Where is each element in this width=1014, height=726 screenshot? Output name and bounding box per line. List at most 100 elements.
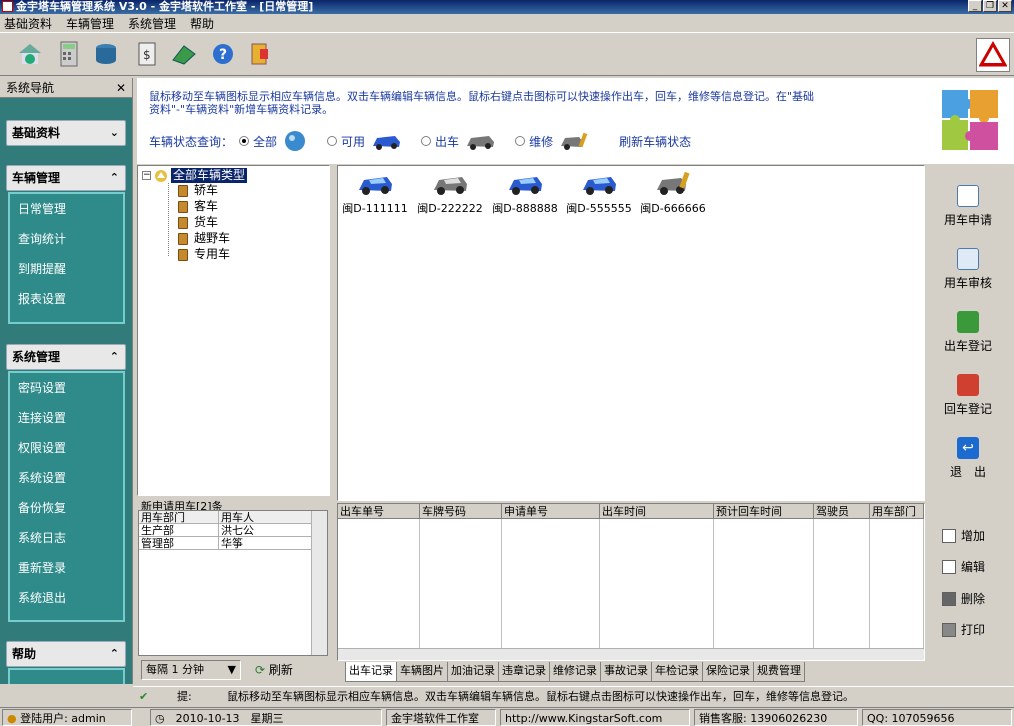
car-blue-icon xyxy=(373,136,401,150)
checkout-button[interactable]: 出车登记 xyxy=(928,311,1008,354)
vehicle-item[interactable]: 闽D-666666 xyxy=(638,172,708,216)
chevron-up-icon[interactable]: ⌃ xyxy=(110,345,119,369)
column-header[interactable]: 车牌号码 xyxy=(420,504,502,519)
sidebar-item-password[interactable]: 密码设置 xyxy=(10,373,123,403)
column-header[interactable]: 用车人 xyxy=(219,511,313,524)
car-repair-icon xyxy=(561,132,588,150)
exit-button[interactable]: ↩ 退 出 xyxy=(928,437,1008,480)
vertical-scrollbar[interactable] xyxy=(311,511,327,655)
database-icon[interactable] xyxy=(92,40,120,68)
minimize-button[interactable]: _ xyxy=(968,0,982,12)
tab-insurance[interactable]: 保险记录 xyxy=(702,662,754,682)
column-header[interactable]: 用车部门 xyxy=(139,511,219,524)
column-header[interactable]: 出车时间 xyxy=(600,504,714,519)
tab-violation[interactable]: 违章记录 xyxy=(498,662,550,682)
tree-node-suv[interactable]: 越野车 xyxy=(178,231,230,246)
tree-node-label[interactable]: 越野车 xyxy=(194,231,230,246)
sidebar-item-log[interactable]: 系统日志 xyxy=(10,523,123,553)
interval-select[interactable]: 每隔 1 分钟 ▼ xyxy=(141,660,241,680)
radio-available[interactable] xyxy=(327,136,338,146)
print-button[interactable]: 打印 xyxy=(942,621,985,638)
menu-system[interactable]: 系统管理 xyxy=(128,15,176,32)
menu-vehicle[interactable]: 车辆管理 xyxy=(66,15,114,32)
radio-out-label[interactable]: 出车 xyxy=(435,133,459,150)
sidebar-item-daily[interactable]: 日常管理 xyxy=(10,194,123,224)
column-header[interactable]: 预计回车时间 xyxy=(714,504,814,519)
column-header[interactable]: 申请单号 xyxy=(502,504,600,519)
radio-available-label[interactable]: 可用 xyxy=(341,133,365,150)
tree-node-label[interactable]: 轿车 xyxy=(194,183,218,198)
apply-button[interactable]: 用车申请 xyxy=(928,185,1008,228)
close-window-button[interactable]: ✕ xyxy=(998,0,1012,12)
sidebar-item-backup[interactable]: 备份恢复 xyxy=(10,493,123,523)
table-row[interactable]: 管理部 华筝 xyxy=(139,537,327,550)
vehicle-item[interactable]: 闽D-222222 xyxy=(415,172,485,216)
column-header[interactable]: 驾驶员 xyxy=(814,504,870,519)
tab-accident[interactable]: 事故记录 xyxy=(600,662,652,682)
section-basic[interactable]: 基础资料 ⌄ xyxy=(6,120,126,146)
document-icon[interactable]: $ xyxy=(133,40,161,68)
menu-help[interactable]: 帮助 xyxy=(190,15,214,32)
tree-node-bus[interactable]: 客车 xyxy=(178,199,218,214)
sidebar-item-exit[interactable]: 系统退出 xyxy=(10,583,123,613)
tab-images[interactable]: 车辆图片 xyxy=(396,662,448,682)
edit-button[interactable]: 编辑 xyxy=(942,558,985,575)
vehicle-item[interactable]: 闽D-555555 xyxy=(564,172,634,216)
refresh-status-link[interactable]: 刷新车辆状态 xyxy=(619,133,691,150)
tree-node-label[interactable]: 专用车 xyxy=(194,247,230,262)
tab-repair[interactable]: 维修记录 xyxy=(549,662,601,682)
menu-basic[interactable]: 基础资料 xyxy=(4,15,52,32)
home-icon[interactable] xyxy=(16,40,44,68)
tab-checkout[interactable]: 出车记录 xyxy=(345,662,397,682)
calculator-icon[interactable] xyxy=(55,40,83,68)
tree-node-truck[interactable]: 货车 xyxy=(178,215,218,230)
sidebar-item-reminder[interactable]: 到期提醒 xyxy=(10,254,123,284)
chevron-down-icon[interactable]: ⌄ xyxy=(110,121,119,145)
radio-all-label[interactable]: 全部 xyxy=(253,133,277,150)
close-icon[interactable]: ✕ xyxy=(116,81,126,95)
tab-fuel[interactable]: 加油记录 xyxy=(447,662,499,682)
approve-button[interactable]: 用车审核 xyxy=(928,248,1008,291)
help-icon[interactable]: ? xyxy=(209,40,237,68)
return-button[interactable]: 回车登记 xyxy=(928,374,1008,417)
vehicle-plate: 闽D-888888 xyxy=(492,202,558,215)
column-header[interactable]: 用车部门 xyxy=(870,504,924,519)
refresh-button[interactable]: ⟳ 刷新 xyxy=(255,660,293,680)
radio-repair[interactable] xyxy=(515,136,526,146)
table-row[interactable]: 生产部 洪七公 xyxy=(139,524,327,537)
tab-inspection[interactable]: 年检记录 xyxy=(651,662,703,682)
sidebar-item-settings[interactable]: 系统设置 xyxy=(10,463,123,493)
tree-root[interactable]: − 全部车辆类型 xyxy=(142,168,248,183)
column-header[interactable]: 出车单号 xyxy=(338,504,420,519)
sidebar-item-relogin[interactable]: 重新登录 xyxy=(10,553,123,583)
vehicle-item[interactable]: 闽D-111111 xyxy=(340,172,410,216)
exit-icon[interactable] xyxy=(246,40,274,68)
section-system[interactable]: 系统管理 ⌃ xyxy=(6,344,126,370)
radio-all[interactable] xyxy=(239,136,250,146)
chevron-up-icon[interactable]: ⌃ xyxy=(110,166,119,190)
dropdown-arrow-icon[interactable]: ▼ xyxy=(228,661,236,679)
tree-root-label[interactable]: 全部车辆类型 xyxy=(171,168,248,183)
restore-button[interactable]: ❐ xyxy=(983,0,997,12)
chevron-up-icon[interactable]: ⌃ xyxy=(110,642,119,666)
sidebar-item-permission[interactable]: 权限设置 xyxy=(10,433,123,463)
radio-repair-label[interactable]: 维修 xyxy=(529,133,553,150)
tree-node-label[interactable]: 货车 xyxy=(194,215,218,230)
tree-node-label[interactable]: 客车 xyxy=(194,199,218,214)
add-button[interactable]: 增加 xyxy=(942,527,985,544)
delete-button[interactable]: 删除 xyxy=(942,590,985,607)
section-vehicle[interactable]: 车辆管理 ⌃ xyxy=(6,165,126,191)
tree-node-special[interactable]: 专用车 xyxy=(178,247,230,262)
sidebar-item-query[interactable]: 查询统计 xyxy=(10,224,123,254)
tab-fees[interactable]: 规费管理 xyxy=(753,662,805,682)
sidebar-item-report[interactable]: 报表设置 xyxy=(10,284,123,314)
sidebar-item-connection[interactable]: 连接设置 xyxy=(10,403,123,433)
tree-collapse-icon[interactable]: − xyxy=(142,171,151,180)
section-help[interactable]: 帮助 ⌃ xyxy=(6,641,126,667)
tree-node-sedan[interactable]: 轿车 xyxy=(178,183,218,198)
book-icon[interactable] xyxy=(170,40,198,68)
vehicle-item[interactable]: 闽D-888888 xyxy=(490,172,560,216)
horizontal-scrollbar[interactable] xyxy=(338,648,924,660)
radio-out[interactable] xyxy=(421,136,432,146)
status-url[interactable]: http://www.KingstarSoft.com xyxy=(500,709,690,726)
